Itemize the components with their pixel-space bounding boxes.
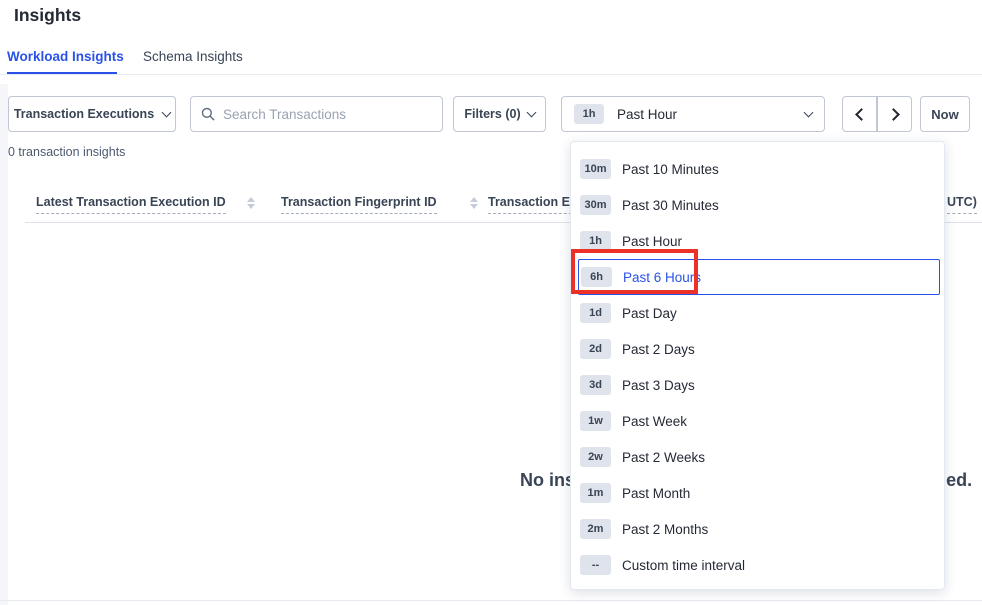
column-header-latest-transaction-execution-id[interactable]: Latest Transaction Execution ID (36, 195, 226, 214)
page-title: Insights (14, 5, 81, 26)
menu-item-past-2-months[interactable]: 2m Past 2 Months (578, 511, 940, 547)
chevron-right-icon (887, 108, 900, 121)
column-header-start-time-utc[interactable]: UTC) (947, 195, 977, 214)
column-header-transaction-execution[interactable]: Transaction Ex (488, 195, 577, 214)
chevron-down-icon (804, 107, 814, 117)
menu-item-past-week[interactable]: 1w Past Week (578, 403, 940, 439)
menu-item-past-hour[interactable]: 1h Past Hour (578, 223, 940, 259)
time-range-badge: 1h (574, 104, 604, 124)
next-range-button[interactable] (877, 96, 912, 132)
chevron-down-icon (526, 107, 536, 117)
now-button[interactable]: Now (920, 96, 970, 132)
tab-workload-insights[interactable]: Workload Insights (7, 49, 124, 64)
menu-item-past-2-days[interactable]: 2d Past 2 Days (578, 331, 940, 367)
time-range-label: Past Hour (617, 107, 805, 122)
search-icon (201, 107, 215, 121)
search-input[interactable] (223, 107, 432, 122)
menu-item-past-month[interactable]: 1m Past Month (578, 475, 940, 511)
sort-icon[interactable] (247, 197, 255, 209)
chevron-left-icon (855, 108, 868, 121)
menu-item-past-day[interactable]: 1d Past Day (578, 295, 940, 331)
time-interval-dropdown-menu: 10m Past 10 Minutes 30m Past 30 Minutes … (570, 141, 945, 590)
insights-page: Insights Workload Insights Schema Insigh… (0, 0, 982, 605)
menu-item-past-2-weeks[interactable]: 2w Past 2 Weeks (578, 439, 940, 475)
filters-label: Filters (0) (464, 107, 520, 121)
filters-button[interactable]: Filters (0) (453, 96, 546, 132)
search-box[interactable] (190, 96, 443, 132)
table-bottom-border (0, 600, 982, 601)
menu-item-custom-time-interval[interactable]: -- Custom time interval (578, 547, 940, 583)
menu-item-past-3-days[interactable]: 3d Past 3 Days (578, 367, 940, 403)
menu-item-past-30-minutes[interactable]: 30m Past 30 Minutes (578, 187, 940, 223)
time-range-arrows (842, 96, 912, 132)
previous-range-button[interactable] (842, 96, 877, 132)
left-gutter (0, 84, 8, 605)
column-header-transaction-fingerprint-id[interactable]: Transaction Fingerprint ID (281, 195, 437, 214)
menu-item-past-10-minutes[interactable]: 10m Past 10 Minutes (578, 151, 940, 187)
tabbar-divider (0, 74, 982, 75)
chevron-down-icon (162, 107, 172, 117)
sort-icon[interactable] (470, 197, 478, 209)
menu-item-past-6-hours[interactable]: 6h Past 6 Hours (578, 259, 940, 295)
time-interval-picker[interactable]: 1h Past Hour (561, 96, 825, 132)
view-mode-dropdown-button[interactable]: Transaction Executions (8, 96, 176, 132)
view-mode-label: Transaction Executions (14, 107, 154, 121)
tab-schema-insights[interactable]: Schema Insights (143, 49, 243, 64)
results-count: 0 transaction insights (8, 145, 125, 159)
